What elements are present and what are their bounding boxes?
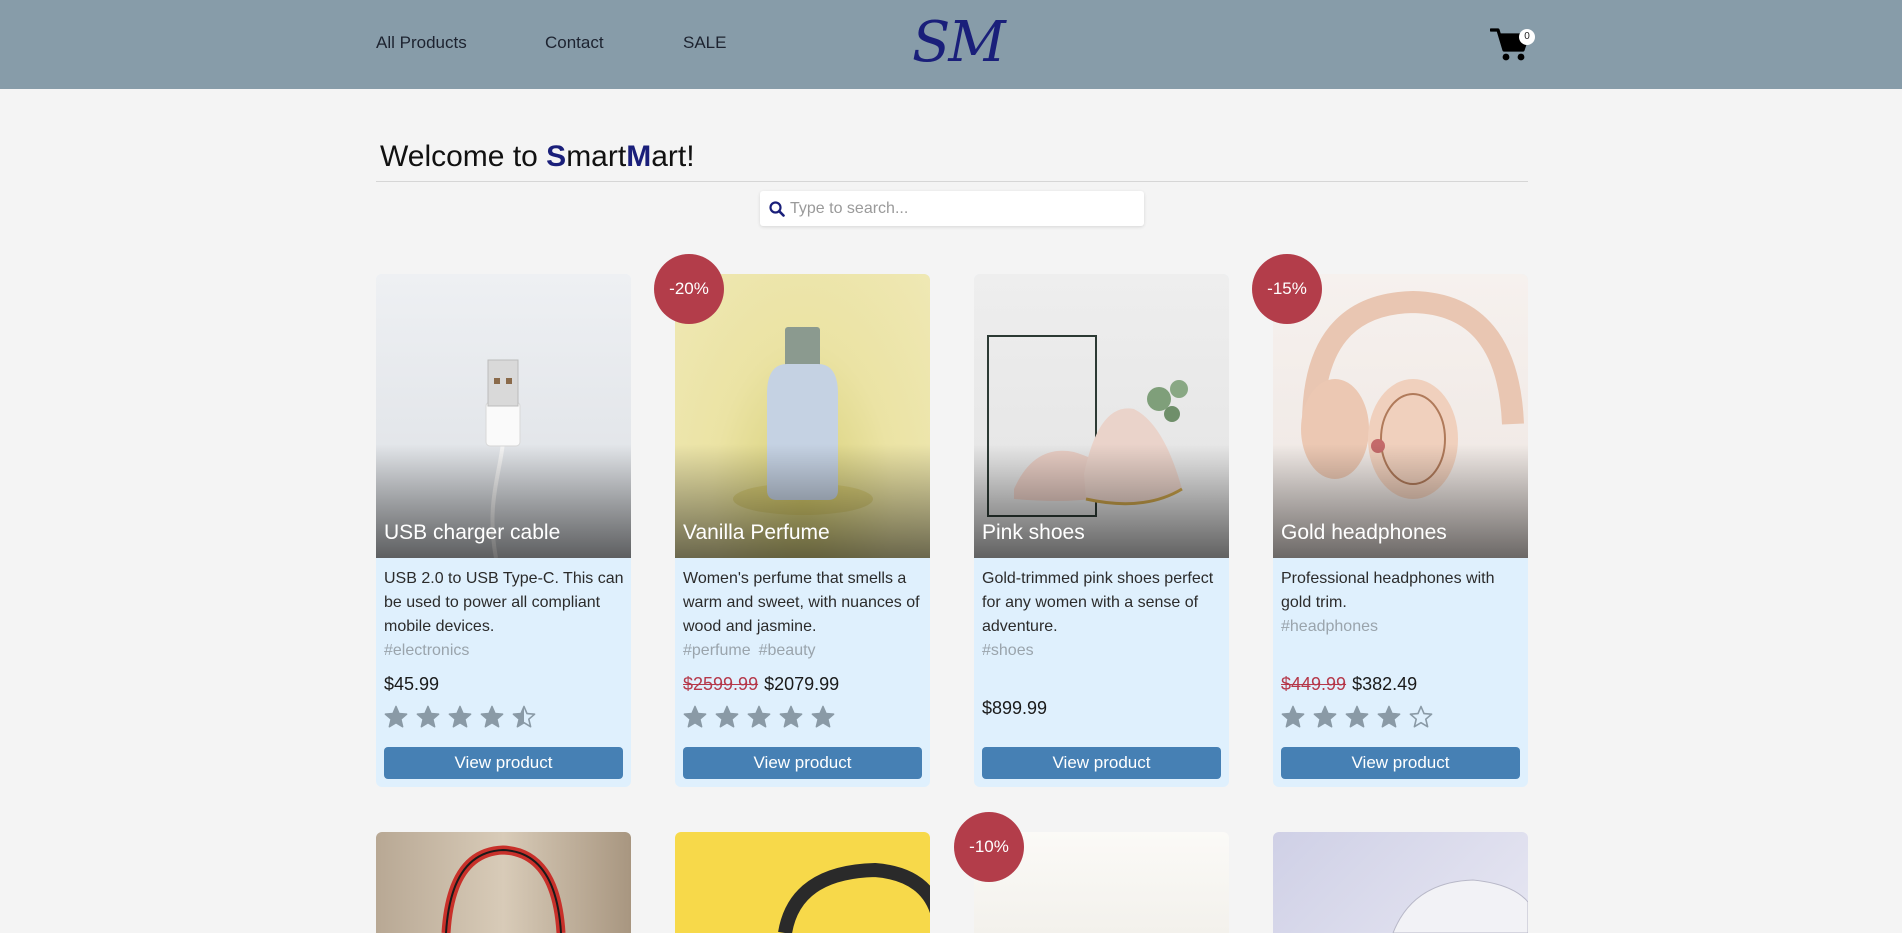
welcome-heading: Welcome to SmartMart! — [380, 140, 695, 174]
product-price: $2599.99 $2079.99 — [683, 674, 839, 695]
original-price: $2599.99 — [683, 674, 759, 694]
product-title: Gold headphones — [1281, 521, 1447, 544]
discount-badge: -10% — [954, 812, 1024, 882]
product-description: Gold-trimmed pink shoes perfect for any … — [982, 567, 1222, 663]
product-card-pink-shoes: Pink shoes Gold-trimmed pink shoes perfe… — [974, 274, 1229, 787]
star-full-icon — [448, 705, 472, 728]
product-title: Pink shoes — [982, 521, 1085, 544]
star-full-icon — [747, 705, 771, 728]
product-image-sneaker — [1392, 879, 1528, 933]
product-description-text: Women's perfume that smells a warm and s… — [683, 570, 920, 635]
welcome-prefix: Welcome to — [380, 140, 547, 173]
nav-all-products-link[interactable]: All Products — [376, 33, 467, 53]
star-full-icon — [416, 705, 440, 728]
star-full-icon — [683, 705, 707, 728]
product-description: Women's perfume that smells a warm and s… — [683, 567, 923, 663]
brand-mart: mart — [566, 140, 627, 173]
view-product-button[interactable]: View product — [1281, 747, 1520, 779]
current-price: $382.49 — [1352, 674, 1418, 694]
star-half-icon — [512, 705, 536, 728]
nav-contact-link[interactable]: Contact — [545, 33, 604, 53]
product-description-text: USB 2.0 to USB Type-C. This can be used … — [384, 570, 624, 635]
product-description-text: Professional headphones with gold trim. — [1281, 570, 1495, 611]
product-card-handbag[interactable] — [376, 832, 631, 933]
current-price: $45.99 — [384, 674, 440, 694]
product-price: $449.99 $382.49 — [1281, 674, 1417, 695]
current-price: $899.99 — [982, 698, 1048, 718]
star-empty-icon — [1409, 705, 1433, 728]
product-price: $899.99 — [982, 698, 1047, 719]
product-card-usb-charger-cable: USB charger cable USB 2.0 to USB Type-C.… — [376, 274, 631, 787]
product-card-vanilla-perfume: Vanilla Perfume Women's perfume that sme… — [675, 274, 930, 787]
product-card-yellow[interactable] — [675, 832, 930, 933]
search-input[interactable] — [790, 191, 1134, 226]
star-full-icon — [779, 705, 803, 728]
product-image-handbag — [441, 845, 566, 933]
star-full-icon — [1377, 705, 1401, 728]
product-card-gold-headphones: Gold headphones Professional headphones … — [1273, 274, 1528, 787]
product-description: Professional headphones with gold trim. … — [1281, 567, 1521, 639]
view-product-button[interactable]: View product — [384, 747, 623, 779]
view-product-button[interactable]: View product — [683, 747, 922, 779]
product-tag[interactable]: #shoes — [982, 642, 1034, 659]
heading-divider — [376, 181, 1528, 182]
nav-sale-link[interactable]: SALE — [683, 33, 726, 53]
cart-count-badge: 0 — [1519, 29, 1535, 45]
star-full-icon — [480, 705, 504, 728]
current-price: $2079.99 — [764, 674, 840, 694]
view-product-button[interactable]: View product — [982, 747, 1221, 779]
star-full-icon — [811, 705, 835, 728]
product-tag[interactable]: #electronics — [384, 642, 469, 659]
product-title: Vanilla Perfume — [683, 521, 830, 544]
discount-badge: -20% — [654, 254, 724, 324]
product-tag[interactable]: #headphones — [1281, 618, 1378, 635]
product-price: $45.99 — [384, 674, 439, 695]
site-logo[interactable]: SM — [912, 10, 1006, 76]
star-full-icon — [1345, 705, 1369, 728]
brand-letter-s: S — [546, 140, 567, 173]
product-tag[interactable]: #beauty — [759, 642, 816, 659]
search-icon — [769, 201, 785, 217]
star-full-icon — [1281, 705, 1305, 728]
star-full-icon — [715, 705, 739, 728]
brand-art: art! — [651, 140, 695, 173]
discount-badge: -15% — [1252, 254, 1322, 324]
product-description-text: Gold-trimmed pink shoes perfect for any … — [982, 570, 1214, 635]
search-box — [760, 191, 1144, 226]
product-description: USB 2.0 to USB Type-C. This can be used … — [384, 567, 624, 663]
product-card-sneaker[interactable] — [1273, 832, 1528, 933]
original-price: $449.99 — [1281, 674, 1347, 694]
top-navigation-bar: All Products Contact SALE SM 0 — [0, 0, 1902, 89]
star-full-icon — [384, 705, 408, 728]
brand-letter-m: M — [626, 140, 652, 173]
product-image-headphones-yellow — [778, 862, 930, 933]
product-tag[interactable]: #perfume — [683, 642, 751, 659]
star-full-icon — [1313, 705, 1337, 728]
product-title: USB charger cable — [384, 521, 561, 544]
